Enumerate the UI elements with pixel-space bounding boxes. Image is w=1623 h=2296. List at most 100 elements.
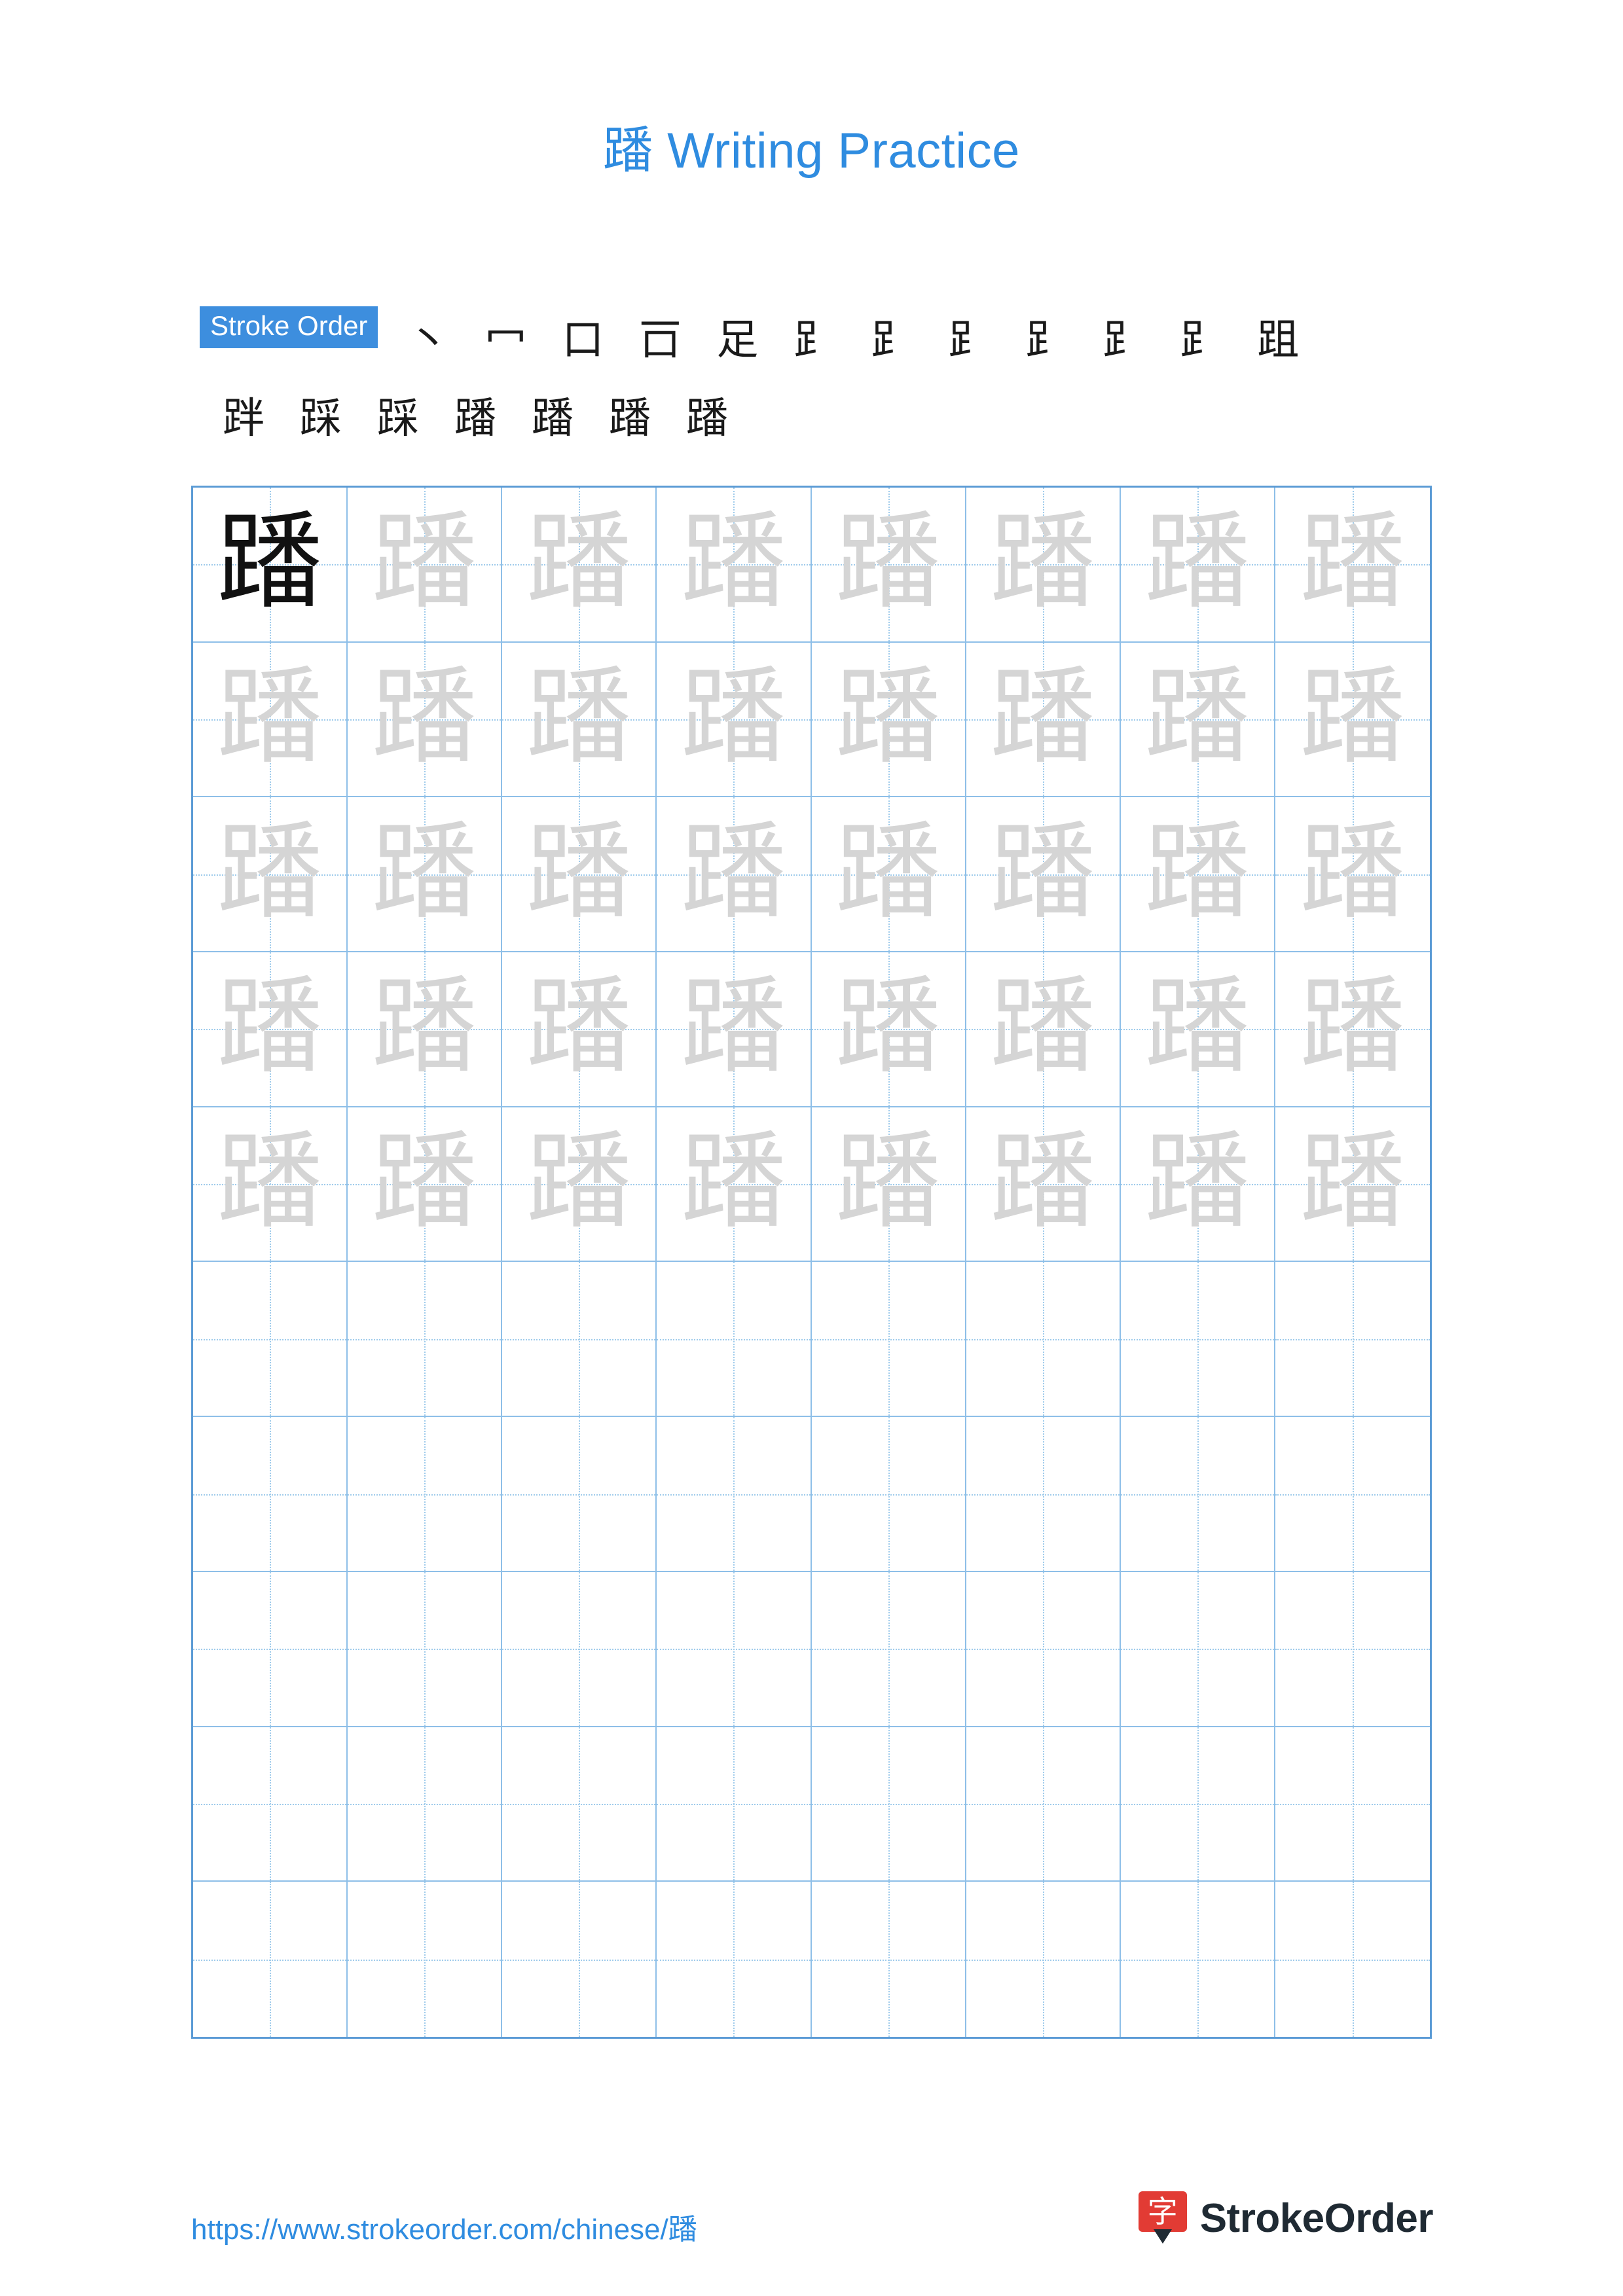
trace-character: 蹯 xyxy=(372,1121,477,1244)
practice-cell: 蹯 xyxy=(348,642,503,798)
practice-cell: 蹯 xyxy=(348,952,503,1107)
trace-character: 蹯 xyxy=(681,501,786,624)
footer-url-link[interactable]: https://www.strokeorder.com/chinese/蹯 xyxy=(191,2206,697,2248)
practice-cell: 蹯 xyxy=(966,1107,1121,1263)
practice-cell: 蹯 xyxy=(1275,642,1430,798)
practice-cell: 蹯 xyxy=(657,488,812,643)
practice-cell: 蹯 xyxy=(193,488,348,643)
trace-character: 蹯 xyxy=(835,965,941,1088)
strokeorder-logo-icon: 字 xyxy=(1138,2191,1187,2245)
trace-character: 蹯 xyxy=(990,965,1095,1088)
stroke-order-row-2: 跘 踩 踩 蹯 蹯 蹯 蹯 xyxy=(205,381,1444,453)
practice-cell: 蹯 xyxy=(348,797,503,953)
trace-character: 蹯 xyxy=(217,810,323,933)
trace-character: 蹯 xyxy=(835,656,941,779)
practice-cell xyxy=(193,1571,348,1727)
practice-cell xyxy=(1275,1571,1430,1727)
practice-cell xyxy=(502,1727,657,1882)
practice-cell: 蹯 xyxy=(966,952,1121,1107)
practice-grid: 蹯蹯蹯蹯蹯蹯蹯蹯蹯蹯蹯蹯蹯蹯蹯蹯蹯蹯蹯蹯蹯蹯蹯蹯蹯蹯蹯蹯蹯蹯蹯蹯蹯蹯蹯蹯蹯蹯蹯蹯 xyxy=(191,486,1432,2039)
practice-cell xyxy=(1120,1262,1275,1418)
trace-character: 蹯 xyxy=(835,501,941,624)
practice-cell: 蹯 xyxy=(348,1107,503,1263)
practice-cell: 蹯 xyxy=(1275,1107,1430,1263)
practice-cell: 蹯 xyxy=(502,1107,657,1263)
practice-cell: 蹯 xyxy=(1120,952,1275,1107)
stroke-step-14: 踩 xyxy=(300,395,342,443)
trace-character: 蹯 xyxy=(526,965,632,1088)
stroke-step-3: 口 xyxy=(562,316,604,365)
stroke-step-6: 𧾷 xyxy=(793,316,836,365)
trace-character: 蹯 xyxy=(372,965,477,1088)
stroke-step-1: 丶 xyxy=(407,316,450,365)
practice-cell: 蹯 xyxy=(657,797,812,953)
practice-cell: 蹯 xyxy=(502,952,657,1107)
practice-cell: 蹯 xyxy=(966,642,1121,798)
stroke-step-2: 冖 xyxy=(484,316,527,365)
practice-cell xyxy=(657,1882,812,2037)
practice-cell: 蹯 xyxy=(502,488,657,643)
practice-cell: 蹯 xyxy=(811,952,966,1107)
practice-cell xyxy=(811,1417,966,1572)
trace-character: 蹯 xyxy=(372,656,477,779)
practice-cell xyxy=(193,1417,348,1572)
trace-character: 蹯 xyxy=(1144,810,1250,933)
practice-cell xyxy=(1275,1262,1430,1418)
practice-cell xyxy=(1120,1417,1275,1572)
trace-character: 蹯 xyxy=(1300,1121,1405,1244)
trace-character: 蹯 xyxy=(1300,501,1405,624)
page-title-character: 蹯 xyxy=(603,121,653,179)
practice-cell: 蹯 xyxy=(348,488,503,643)
stroke-step-15: 踩 xyxy=(377,395,419,443)
practice-cell: 蹯 xyxy=(811,1107,966,1263)
practice-cell xyxy=(1120,1727,1275,1882)
stroke-step-4: 𠮛 xyxy=(639,316,682,365)
trace-character: 蹯 xyxy=(526,810,632,933)
practice-cell: 蹯 xyxy=(966,797,1121,953)
trace-character: 蹯 xyxy=(681,1121,786,1244)
practice-cell xyxy=(1275,1727,1430,1882)
practice-cell xyxy=(811,1262,966,1418)
trace-character: 蹯 xyxy=(681,810,786,933)
trace-character: 蹯 xyxy=(1300,810,1405,933)
stroke-step-11: 𧾷 xyxy=(1180,316,1222,365)
practice-cell xyxy=(966,1571,1121,1727)
trace-character: 蹯 xyxy=(990,501,1095,624)
trace-character: 蹯 xyxy=(1144,501,1250,624)
stroke-step-5: 足 xyxy=(716,316,759,365)
practice-cell xyxy=(657,1262,812,1418)
stroke-step-8: 𧾷 xyxy=(948,316,991,365)
trace-character: 蹯 xyxy=(990,810,1095,933)
trace-character: 蹯 xyxy=(526,501,632,624)
practice-cell xyxy=(657,1417,812,1572)
stroke-step-9: 𧾷 xyxy=(1025,316,1068,365)
footer-url-text: https://www.strokeorder.com/chinese/ xyxy=(191,2214,668,2246)
practice-cell: 蹯 xyxy=(502,642,657,798)
practice-cell xyxy=(811,1882,966,2037)
page-title-text: Writing Practice xyxy=(653,123,1020,179)
practice-cell xyxy=(502,1882,657,2037)
practice-cell xyxy=(502,1417,657,1572)
practice-cell xyxy=(348,1417,503,1572)
practice-cell xyxy=(193,1262,348,1418)
practice-cell xyxy=(348,1882,503,2037)
practice-cell xyxy=(193,1727,348,1882)
practice-cell: 蹯 xyxy=(193,797,348,953)
practice-cell: 蹯 xyxy=(811,797,966,953)
practice-cell xyxy=(348,1727,503,1882)
practice-cell xyxy=(966,1417,1121,1572)
trace-character: 蹯 xyxy=(1300,656,1405,779)
practice-cell xyxy=(966,1882,1121,2037)
practice-cell: 蹯 xyxy=(193,952,348,1107)
trace-character: 蹯 xyxy=(1300,965,1405,1088)
trace-character: 蹯 xyxy=(1144,965,1250,1088)
practice-cell: 蹯 xyxy=(657,952,812,1107)
trace-character: 蹯 xyxy=(835,1121,941,1244)
practice-cell: 蹯 xyxy=(502,797,657,953)
trace-character: 蹯 xyxy=(835,810,941,933)
stroke-step-10: 𧾷 xyxy=(1103,316,1145,365)
trace-character: 蹯 xyxy=(372,501,477,624)
practice-cell xyxy=(1120,1571,1275,1727)
page-title: 蹯 Writing Practice xyxy=(0,110,1623,182)
practice-cell: 蹯 xyxy=(1275,797,1430,953)
